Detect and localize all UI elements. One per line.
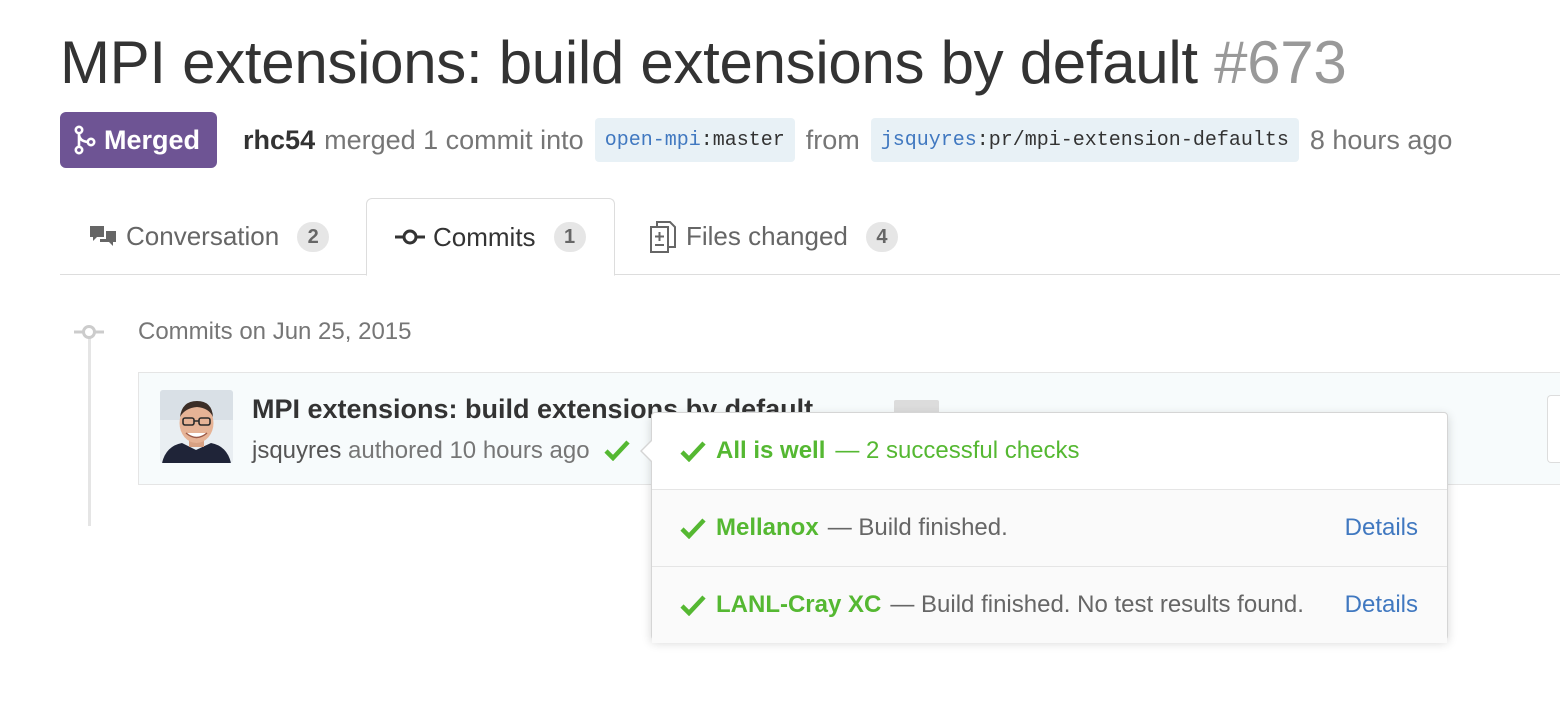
from-text: from [805,124,860,155]
diff-icon [648,220,678,254]
comment-discussion-icon [88,224,118,250]
commit-group-title: Commits on Jun 25, 2015 [138,318,412,345]
pr-meta: Merged rhc54 merged 1 commit into open-m… [60,112,1452,168]
commit-actions-button[interactable] [1547,395,1560,463]
status-summary: All is well — 2 successful checks [652,413,1447,490]
status-check-name: Mellanox [716,514,819,541]
merge-action-text: merged 1 commit into [324,124,584,155]
pr-title-text: MPI extensions: build extensions by defa… [60,29,1198,96]
merged-label: Merged [104,124,201,155]
status-check-row: LANL-Cray XC — Build finished. No test r… [652,566,1447,643]
status-popover: All is well — 2 successful checks Mellan… [640,412,1448,643]
commit-group-icon [74,325,104,339]
commit-author-link[interactable]: jsquyres [252,437,341,464]
pr-tabs: Conversation 2 Commits 1 Files changed 4 [60,198,1560,276]
base-branch-name: master [712,128,785,152]
check-icon [680,441,706,462]
git-merge-icon [74,125,96,155]
tab-conversation-label: Conversation [126,221,280,251]
tab-commits[interactable]: Commits 1 [366,198,615,276]
check-icon [680,595,706,616]
status-check-description: — Build finished. [827,514,1008,541]
commit-authored-time: authored 10 hours ago [348,437,590,464]
pr-title: MPI extensions: build extensions by defa… [60,28,1347,97]
head-branch-separator: : [976,128,989,152]
head-branch-label[interactable]: jsquyres: pr/mpi-extension-defaults [870,118,1299,162]
status-check-description: — Build finished. No test results found. [890,591,1304,618]
base-branch-separator: : [700,128,713,152]
check-icon [680,518,706,539]
merger-username[interactable]: rhc54 [243,125,315,156]
status-details-link[interactable]: Details [1345,514,1418,542]
popover-caret-inner [642,440,653,462]
tab-files-changed-label: Files changed [686,221,848,251]
status-summary-detail: — 2 successful checks [835,437,1080,464]
tab-files-changed-count: 4 [865,221,898,252]
avatar[interactable] [160,390,233,463]
tab-conversation[interactable]: Conversation 2 [88,198,330,275]
tab-commits-label: Commits [433,221,536,252]
merge-summary: rhc54 merged 1 commit into open-mpi: mast… [243,118,1452,162]
timeline-line [88,334,91,526]
tab-conversation-count: 2 [297,221,330,252]
base-branch-user: open-mpi [604,128,701,152]
git-commit-icon [395,227,425,247]
status-check-name: LANL-Cray XC [716,591,882,618]
status-details-link[interactable]: Details [1345,591,1418,619]
tab-files-changed[interactable]: Files changed 4 [648,198,898,275]
status-check-row: Mellanox — Build finished. Details [652,490,1447,566]
status-summary-title: All is well [716,437,826,464]
head-branch-name: pr/mpi-extension-defaults [988,128,1289,152]
tab-commits-count: 1 [553,222,586,252]
pr-number: #673 [1214,29,1347,96]
merged-badge: Merged [60,112,218,168]
head-branch-user: jsquyres [880,128,977,152]
merge-time: 8 hours ago [1309,124,1453,155]
base-branch-label[interactable]: open-mpi: master [594,118,795,162]
commit-meta: jsquyres authored 10 hours ago [252,437,590,465]
commit-status-check-icon[interactable] [604,439,630,461]
